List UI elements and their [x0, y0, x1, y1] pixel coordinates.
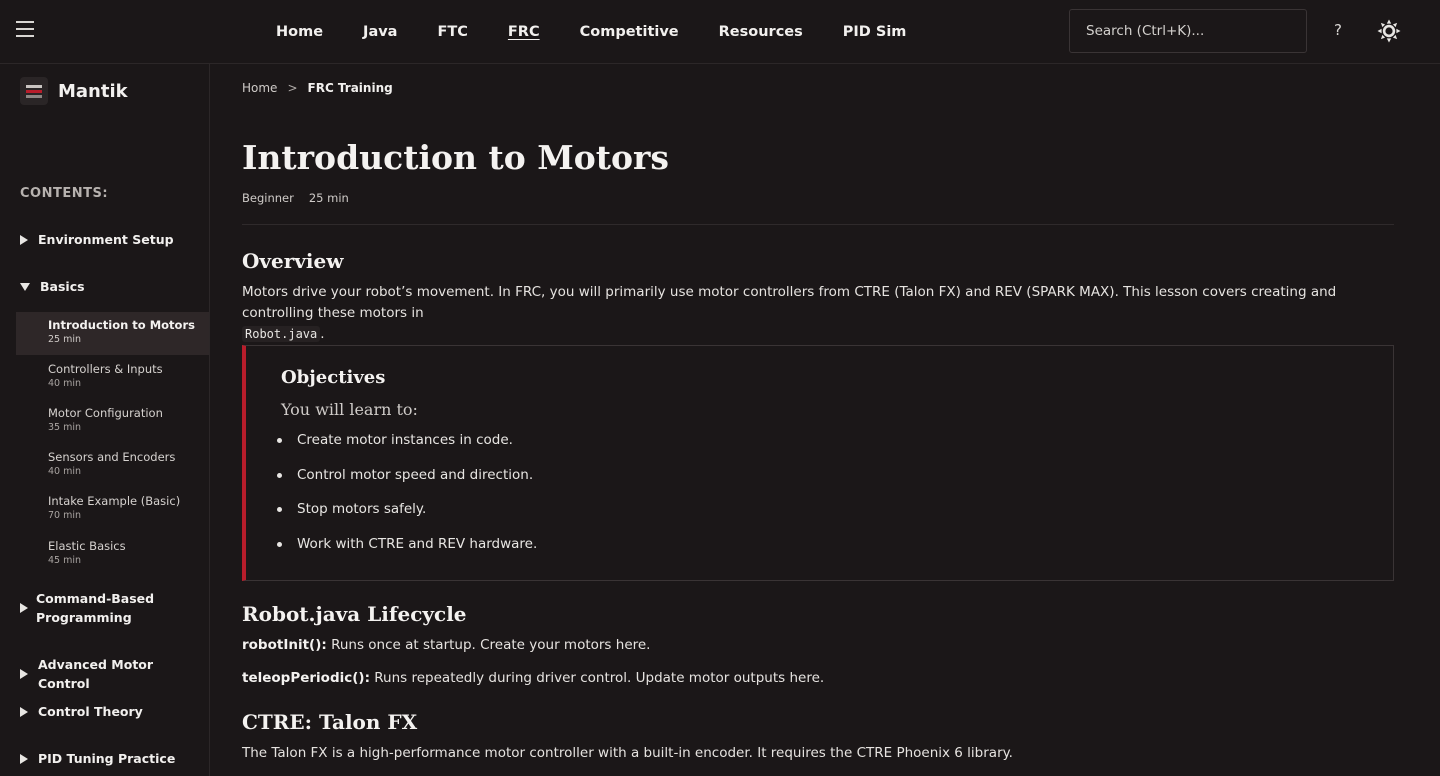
lesson-title: Intake Example (Basic): [48, 494, 181, 508]
list-item: Control motor speed and direction.: [274, 465, 537, 485]
chevron-right-icon: [20, 603, 28, 613]
section-environment-setup[interactable]: Environment Setup: [20, 230, 174, 249]
breadcrumb-home[interactable]: Home: [242, 81, 277, 95]
method-name: robotInit():: [242, 637, 327, 653]
help-icon[interactable]: ?: [1334, 21, 1342, 39]
section-advanced-motor-control[interactable]: Advanced Motor Control: [20, 655, 209, 693]
lesson-elastic-basics[interactable]: Elastic Basics 45 min: [16, 533, 209, 576]
nav-ftc[interactable]: FTC: [437, 24, 467, 40]
main-nav: Home Java FTC FRC Competitive Resources …: [256, 0, 926, 63]
section-label: Basics: [40, 279, 85, 294]
section-pid-tuning-practice[interactable]: PID Tuning Practice: [20, 749, 175, 768]
objectives-subtitle: You will learn to:: [281, 400, 418, 419]
brand-name: Mantik: [58, 80, 128, 102]
method-name: teleopPeriodic():: [242, 670, 370, 686]
lesson-title: Introduction to Motors: [48, 318, 195, 332]
objectives-callout: Objectives You will learn to: Create mot…: [242, 345, 1394, 581]
search-input[interactable]: Search (Ctrl+K)...: [1069, 9, 1307, 53]
section-label: PID Tuning Practice: [38, 751, 176, 766]
section-label: Environment Setup: [38, 232, 174, 247]
inline-code: Robot.java: [242, 326, 321, 342]
list-item: Create motor instances in code.: [274, 430, 537, 450]
nav-java[interactable]: Java: [363, 24, 397, 40]
section-command-based-programming[interactable]: Command-Based Programming: [20, 589, 154, 627]
breadcrumb-separator: >: [287, 81, 298, 95]
sidebar: Mantik CONTENTS: Environment Setup Basic…: [0, 64, 210, 776]
section-basics[interactable]: Basics: [20, 277, 85, 296]
lesson-motor-configuration[interactable]: Motor Configuration 35 min: [16, 400, 209, 443]
lesson-controllers-inputs[interactable]: Controllers & Inputs 40 min: [16, 356, 209, 399]
nav-home[interactable]: Home: [276, 24, 323, 40]
method-description: Runs repeatedly during driver control. U…: [369, 670, 825, 686]
top-bar: Home Java FTC FRC Competitive Resources …: [0, 0, 1440, 64]
lesson-introduction-to-motors[interactable]: Introduction to Motors 25 min: [16, 312, 209, 355]
breadcrumb-current: FRC Training: [307, 81, 393, 95]
section-label-line-1: Command-Based: [36, 591, 155, 606]
overview-heading: Overview: [242, 249, 344, 273]
objectives-list: Create motor instances in code. Control …: [274, 430, 537, 568]
chevron-right-icon: [20, 669, 28, 679]
lesson-title: Controllers & Inputs: [48, 362, 163, 376]
theme-toggle-icon[interactable]: [1377, 19, 1401, 43]
level-badge: Beginner: [242, 191, 294, 205]
chevron-right-icon: [20, 753, 28, 764]
lesson-duration: 70 min: [48, 510, 82, 521]
duration-badge: 25 min: [308, 191, 349, 205]
contents-label: CONTENTS:: [20, 186, 109, 201]
lesson-title: Sensors and Encoders: [48, 450, 176, 464]
page-title: Introduction to Motors: [242, 138, 670, 177]
logo-icon: [20, 77, 48, 105]
section-label: Control Theory: [38, 704, 143, 719]
lesson-meta: Beginner 25 min: [242, 191, 349, 205]
lesson-intake-example[interactable]: Intake Example (Basic) 70 min: [16, 488, 209, 531]
lesson-sensors-and-encoders[interactable]: Sensors and Encoders 40 min: [16, 444, 209, 487]
lesson-duration: 35 min: [48, 422, 82, 433]
lesson-duration: 40 min: [48, 378, 82, 389]
list-item: Work with CTRE and REV hardware.: [274, 534, 537, 554]
chevron-down-icon: [20, 282, 30, 291]
lifecycle-heading: Robot.java Lifecycle: [242, 602, 467, 626]
lesson-duration: 25 min: [48, 334, 82, 345]
section-label: Advanced Motor Control: [38, 657, 154, 691]
section-label-line-2: Programming: [36, 610, 132, 625]
list-item: Stop motors safely.: [274, 499, 537, 519]
breadcrumb: Home > FRC Training: [242, 81, 393, 95]
divider: [242, 224, 1394, 225]
method-description: Runs once at startup. Create your motors…: [326, 637, 651, 653]
chevron-right-icon: [20, 706, 28, 717]
nav-frc[interactable]: FRC: [508, 24, 540, 40]
chevron-right-icon: [20, 234, 28, 245]
menu-icon[interactable]: [16, 21, 34, 37]
nav-competitive[interactable]: Competitive: [580, 24, 679, 40]
ctre-heading: CTRE: Talon FX: [242, 710, 418, 734]
lesson-duration: 40 min: [48, 466, 82, 477]
lifecycle-teleopperiodic: teleopPeriodic(): Runs repeatedly during…: [242, 668, 1394, 689]
nav-pid-sim[interactable]: PID Sim: [843, 24, 907, 40]
ctre-text: The Talon FX is a high-performance motor…: [242, 745, 1013, 761]
brand[interactable]: Mantik: [20, 77, 128, 105]
overview-text: Motors drive your robot’s movement. In F…: [242, 282, 1394, 345]
overview-end: .: [320, 326, 325, 342]
lesson-duration: 45 min: [48, 555, 82, 566]
section-control-theory[interactable]: Control Theory: [20, 702, 143, 721]
lifecycle-robotinit: robotInit(): Runs once at startup. Creat…: [242, 635, 1394, 656]
nav-resources[interactable]: Resources: [719, 24, 803, 40]
lesson-title: Elastic Basics: [48, 539, 126, 553]
search-placeholder: Search (Ctrl+K)...: [1086, 23, 1205, 39]
lesson-title: Motor Configuration: [48, 406, 163, 420]
objectives-heading: Objectives: [281, 367, 386, 388]
overview-body: Motors drive your robot’s movement. In F…: [242, 284, 1337, 321]
section-label: Command-Based Programming: [36, 589, 154, 627]
